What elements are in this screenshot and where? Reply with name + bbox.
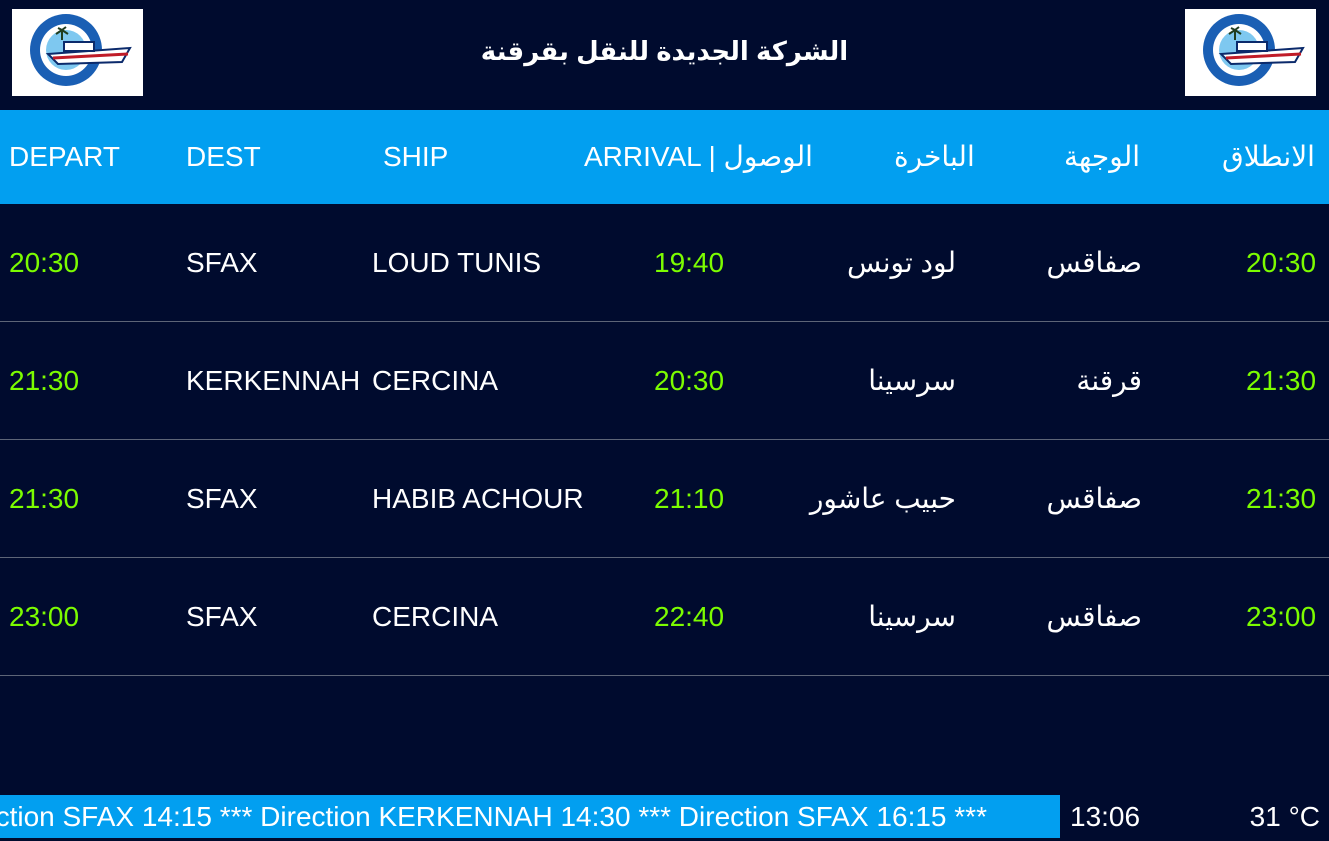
column-depart-fr: DEPART: [9, 141, 120, 172]
depart-time-ar: 21:30: [1246, 365, 1317, 396]
table-row: 23:00 SFAX CERCINA 22:40 سرسينا صفاقس 23…: [0, 558, 1329, 676]
table-row: 20:30 SFAX LOUD TUNIS 19:40 لود تونس صفا…: [0, 204, 1329, 322]
arrival-time: 20:30: [654, 365, 725, 396]
ship-name-ar: لود تونس: [847, 247, 956, 278]
ship-name-ar: سرسينا: [868, 365, 956, 396]
arrival-time: 22:40: [654, 601, 725, 632]
destination: KERKENNAH: [186, 365, 361, 396]
ship-name-ar: سرسينا: [868, 601, 956, 632]
ticker-text: ection SFAX 14:15 *** Direction KERKENNA…: [0, 801, 987, 832]
depart-time: 21:30: [9, 483, 80, 514]
destination-ar: صفاقس: [1046, 601, 1142, 632]
depart-time: 21:30: [9, 365, 80, 396]
arrival-time: 21:10: [654, 483, 725, 514]
column-ship-ar: الباخرة: [894, 141, 975, 172]
ship-name: LOUD TUNIS: [372, 247, 542, 278]
temperature: 31 °C: [1249, 801, 1320, 832]
news-ticker: ection SFAX 14:15 *** Direction KERKENNA…: [0, 795, 1060, 838]
ship-name: CERCINA: [372, 365, 499, 396]
destination: SFAX: [186, 483, 258, 514]
table-row: 21:30 SFAX HABIB ACHOUR 21:10 حبيب عاشور…: [0, 440, 1329, 558]
ship-name: CERCINA: [372, 601, 499, 632]
departure-board: الشركة الجديدة للنقل بقرقنة DEPART DEST …: [0, 0, 1329, 841]
column-arrival: ARRIVAL | الوصول: [584, 141, 813, 172]
destination-ar: صفاقس: [1046, 247, 1142, 278]
header: الشركة الجديدة للنقل بقرقنة: [0, 0, 1329, 108]
company-title: الشركة الجديدة للنقل بقرقنة: [480, 36, 849, 66]
table-row: 21:30 KERKENNAH CERCINA 20:30 سرسينا قرق…: [0, 322, 1329, 440]
destination: SFAX: [186, 247, 258, 278]
column-dest-fr: DEST: [186, 141, 261, 172]
column-header-bar: DEPART DEST SHIP ARRIVAL | الوصول الباخر…: [0, 110, 1329, 204]
ferry-logo-icon: [1202, 13, 1305, 86]
clock: 13:06: [1070, 801, 1141, 832]
depart-time: 23:00: [9, 601, 80, 632]
ship-name: HABIB ACHOUR: [372, 483, 584, 514]
column-depart-ar: الانطلاق: [1222, 141, 1315, 172]
column-ship-fr: SHIP: [383, 141, 449, 172]
destination: SFAX: [186, 601, 258, 632]
arrival-time: 19:40: [654, 247, 725, 278]
destination-ar: قرقنة: [1076, 365, 1142, 396]
depart-time-ar: 20:30: [1246, 247, 1317, 278]
company-logo-right: [1185, 9, 1316, 96]
depart-time-ar: 23:00: [1246, 601, 1317, 632]
depart-time-ar: 21:30: [1246, 483, 1317, 514]
ship-name-ar: حبيب عاشور: [809, 483, 956, 514]
depart-time: 20:30: [9, 247, 80, 278]
column-dest-ar: الوجهة: [1064, 141, 1141, 172]
destination-ar: صفاقس: [1046, 483, 1142, 514]
